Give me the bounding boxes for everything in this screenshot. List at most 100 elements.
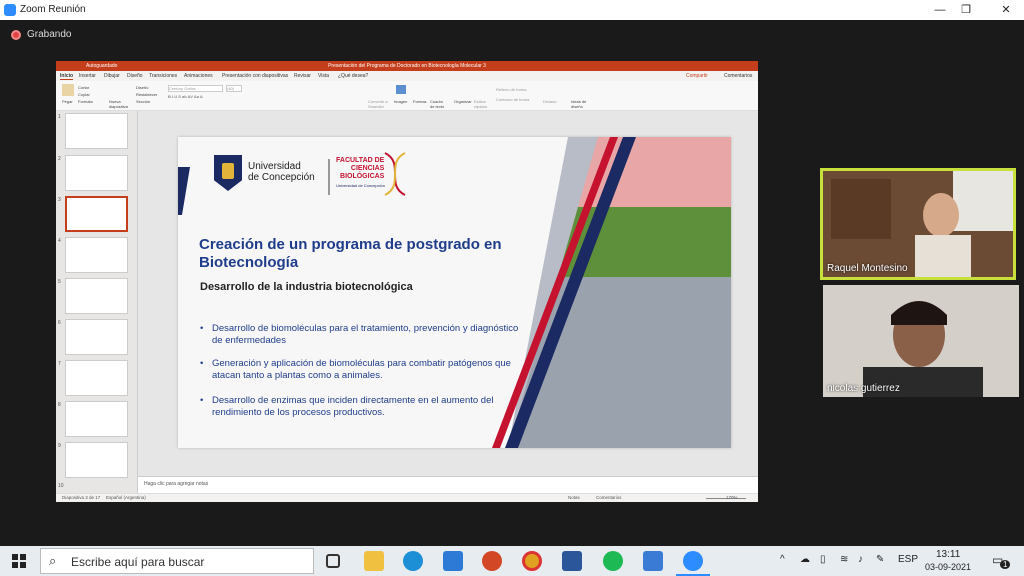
font-name-select[interactable]: Century Gothic	[168, 85, 223, 92]
maximize-icon[interactable]: ❐	[958, 2, 974, 18]
slide-counter: Diapositiva 3 de 17	[62, 495, 101, 500]
font-size-select[interactable]: (40)	[226, 85, 242, 92]
slide-thumbnail-3[interactable]	[65, 196, 128, 232]
spotify-icon[interactable]	[603, 551, 623, 571]
notes-pane[interactable]: Haga clic para agregar notas	[138, 476, 758, 493]
ppt-titlebar: Autoguardado Presentación del Programa d…	[56, 61, 758, 71]
share-button[interactable]: Compartir	[686, 73, 708, 79]
tab-dibujar[interactable]: Dibujar	[104, 73, 120, 79]
file-explorer-icon[interactable]	[364, 551, 384, 571]
slide-thumbnails-panel: 1 2 3 4 5 6 7 8 9 10	[56, 111, 138, 493]
onedrive-icon[interactable]: ☁	[800, 554, 810, 565]
tell-me-search[interactable]: ¿Qué desea?	[338, 73, 368, 79]
photos-icon[interactable]	[643, 551, 663, 571]
slide-thumbnail-6[interactable]	[65, 319, 128, 355]
thumb-number: 5	[58, 279, 61, 285]
powerpoint-icon[interactable]	[482, 551, 502, 571]
zoom-titlebar: Zoom Reunión — ❐ ✕	[0, 0, 1024, 20]
quick-styles-button[interactable]: Estilos rápidos	[474, 99, 492, 109]
taskbar-search-input[interactable]: ⌕ Escribe aquí para buscar	[40, 548, 314, 574]
battery-icon[interactable]: ▯	[820, 554, 826, 565]
tab-vista[interactable]: Vista	[318, 73, 329, 79]
cut-button[interactable]: Cortar	[78, 85, 89, 90]
comments-toggle[interactable]: Comentarios	[596, 495, 622, 500]
windows-taskbar: ⌕ Escribe aquí para buscar ^ ☁ ▯ ≋ ♪ ✎ E…	[0, 546, 1024, 576]
comments-button[interactable]: Comentarios	[724, 73, 752, 79]
wifi-icon[interactable]: ≋	[840, 554, 848, 565]
image-label: Imagen	[394, 99, 408, 104]
bullet-1: Desarrollo de biomoléculas para el trata…	[200, 323, 530, 347]
paste-label: Pegar	[62, 99, 73, 104]
format-painter-button[interactable]: Formato	[78, 99, 93, 104]
shape-outline-button[interactable]: Contorno de forma	[496, 97, 529, 102]
tab-transiciones[interactable]: Transiciones	[149, 73, 177, 79]
zoom-level[interactable]: 170%	[726, 495, 738, 500]
chrome-icon[interactable]	[522, 551, 542, 571]
current-slide[interactable]: Universidad de Concepción FACULTAD DE CI…	[178, 137, 731, 448]
minimize-icon[interactable]: —	[932, 2, 948, 18]
recording-icon	[11, 30, 21, 40]
zoom-app-icon[interactable]	[683, 551, 703, 571]
faculty-sub: Universidad de Concepción	[336, 183, 385, 188]
shapes-label[interactable]: Formas	[413, 99, 427, 104]
mail-icon[interactable]	[443, 551, 463, 571]
task-view-icon[interactable]	[326, 554, 340, 568]
layout-button[interactable]: Diseño	[136, 85, 148, 90]
design-ideas-button[interactable]: Ideas de diseño	[571, 99, 589, 109]
language-indicator[interactable]: ESP	[898, 554, 918, 565]
new-slide-button[interactable]: Nueva diapositiva	[109, 99, 131, 109]
thumb-number: 4	[58, 238, 61, 244]
volume-icon[interactable]: ♪	[858, 554, 863, 565]
slide-thumbnail-7[interactable]	[65, 360, 128, 396]
tab-diseno[interactable]: Diseño	[127, 73, 143, 79]
participant-name: nicolas gutierrez	[827, 383, 900, 394]
language-status: Español (Argentina)	[106, 495, 146, 500]
convert-smartart-button[interactable]: Convertir a SmartArt	[368, 99, 390, 109]
slide-thumbnail-9[interactable]	[65, 442, 128, 478]
clock-date[interactable]: 03-09-2021	[925, 562, 971, 572]
paste-icon[interactable]	[62, 84, 74, 96]
zoom-logo-icon	[4, 4, 16, 16]
participant-tile-raquel[interactable]: Raquel Montesino	[820, 168, 1016, 280]
shared-screen-powerpoint[interactable]: Autoguardado Presentación del Programa d…	[56, 61, 758, 502]
close-icon[interactable]: ✕	[998, 2, 1014, 18]
tray-expand-icon[interactable]: ^	[780, 554, 785, 565]
clock-time[interactable]: 13:11	[936, 549, 960, 560]
word-icon[interactable]	[562, 551, 582, 571]
slide-thumbnail-5[interactable]	[65, 278, 128, 314]
pen-icon[interactable]: ✎	[876, 554, 884, 565]
dictate-button[interactable]: Dictado	[543, 99, 557, 104]
notes-toggle[interactable]: Notas	[568, 495, 580, 500]
search-placeholder: Escribe aquí para buscar	[71, 555, 205, 569]
thumb-number: 9	[58, 443, 61, 449]
ppt-window-title: Presentación del Programa de Doctorado e…	[328, 63, 486, 69]
section-button[interactable]: Sección	[136, 99, 150, 104]
participant-video	[823, 285, 1019, 397]
slide-thumbnail-4[interactable]	[65, 237, 128, 273]
organize-button[interactable]: Organizar	[454, 99, 472, 104]
tab-inicio[interactable]: Inicio	[60, 73, 74, 80]
image-icon[interactable]	[396, 85, 406, 94]
reset-button[interactable]: Restablecer	[136, 92, 157, 97]
participant-name: Raquel Montesino	[827, 263, 908, 274]
zoom-window-title: Zoom Reunión	[20, 4, 86, 15]
thumb-number: 1	[58, 114, 61, 120]
participant-tile-nicolas[interactable]: nicolas gutierrez	[823, 285, 1019, 397]
university-name: Universidad de Concepción	[248, 161, 315, 183]
slide-thumbnail-2[interactable]	[65, 155, 128, 191]
tab-animaciones[interactable]: Animaciones	[184, 73, 213, 79]
bold-button[interactable]: B I U S ab AV Aa A	[168, 94, 203, 99]
recording-label: Grabando	[27, 29, 72, 40]
participant-video	[823, 171, 1013, 277]
textbox-label[interactable]: Cuadro de texto	[430, 99, 448, 109]
tab-insertar[interactable]: Insertar	[79, 73, 96, 79]
bullet-3: Desarrollo de enzimas que inciden direct…	[200, 395, 530, 419]
slide-thumbnail-8[interactable]	[65, 401, 128, 437]
slide-thumbnail-1[interactable]	[65, 113, 128, 149]
windows-start-icon[interactable]	[12, 554, 26, 568]
shape-fill-button[interactable]: Relleno de forma	[496, 87, 526, 92]
tab-revisar[interactable]: Revisar	[294, 73, 311, 79]
copy-button[interactable]: Copiar	[78, 92, 90, 97]
tab-presentacion[interactable]: Presentación con diapositivas	[222, 73, 288, 79]
edge-icon[interactable]	[403, 551, 423, 571]
